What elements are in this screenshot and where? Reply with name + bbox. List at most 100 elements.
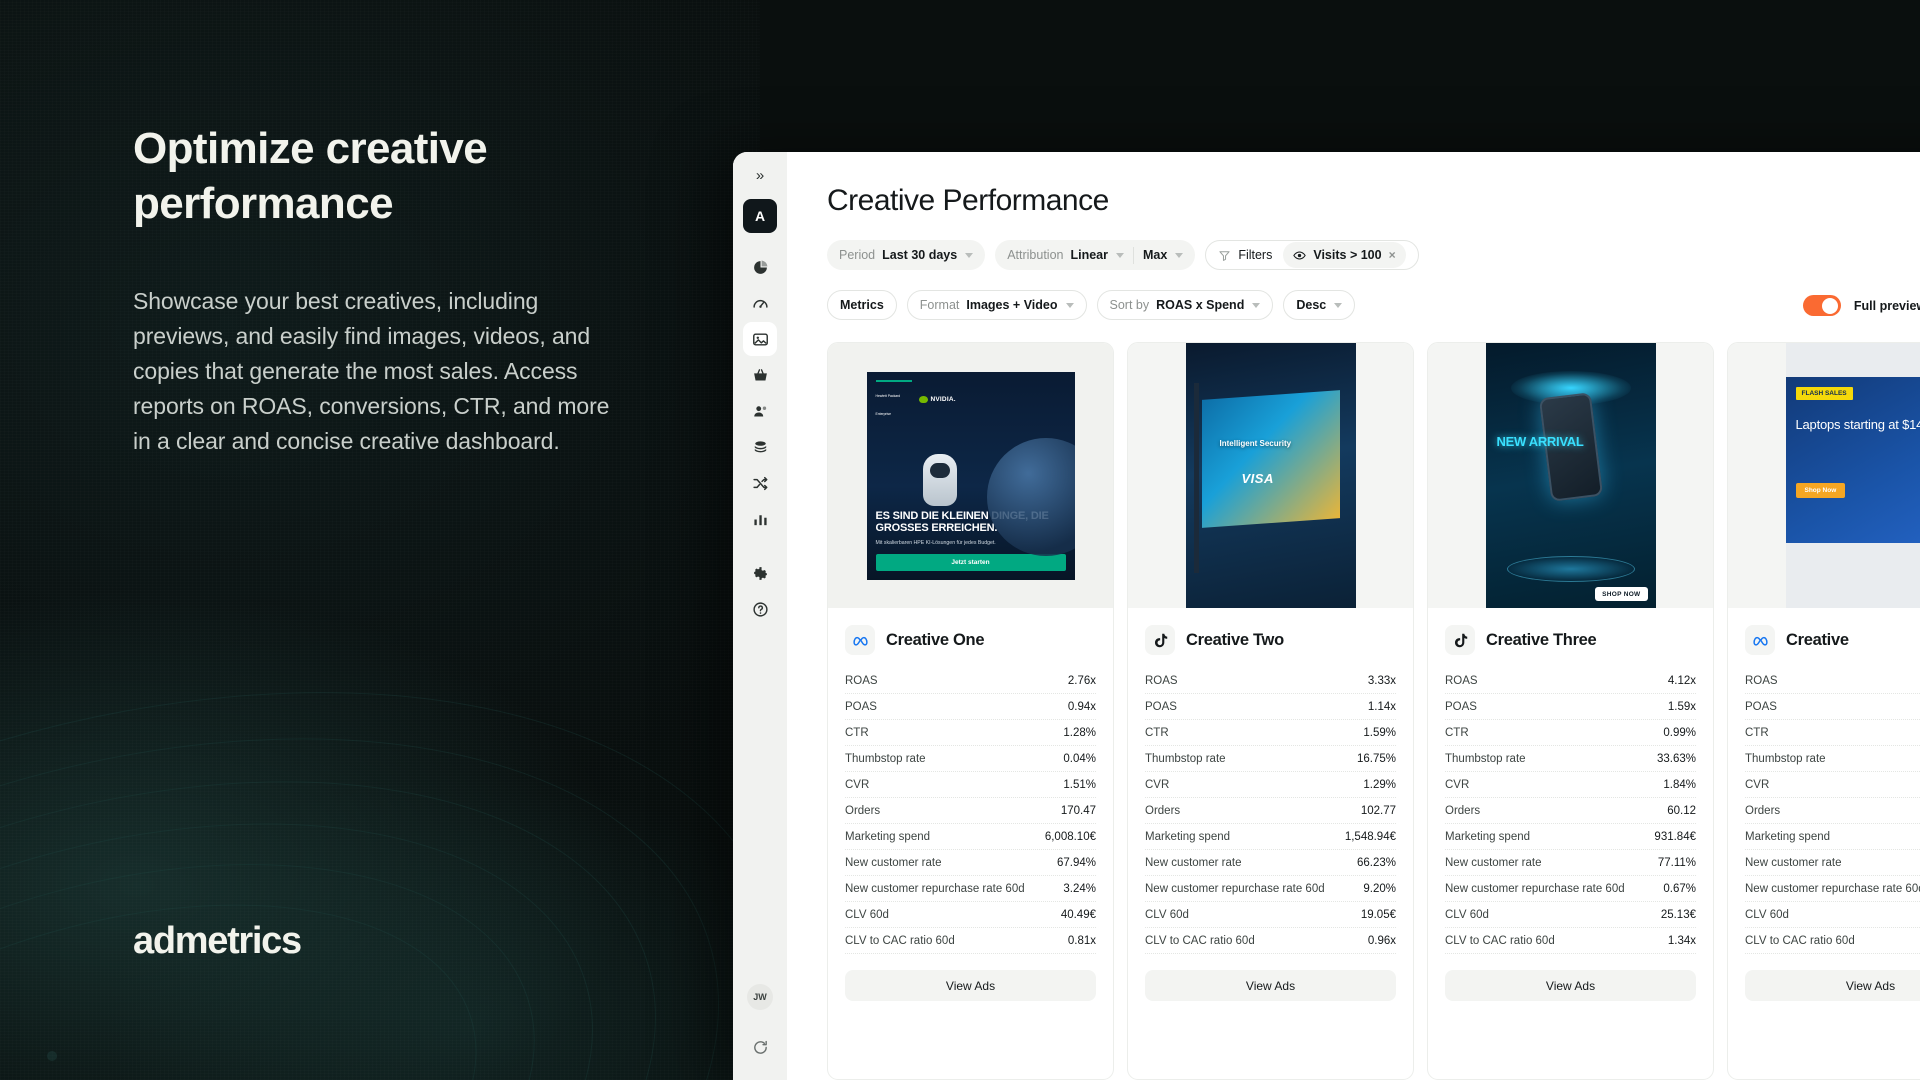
metric-value: 3.24% bbox=[1063, 882, 1096, 895]
metric-value: 170.47 bbox=[1060, 804, 1096, 817]
metric-value: 2.76x bbox=[1067, 674, 1096, 687]
ad-cta-button[interactable]: SHOP NOW bbox=[1595, 587, 1648, 601]
full-preview-label: Full preview bbox=[1853, 298, 1920, 313]
ad-badge: FLASH SALES bbox=[1795, 387, 1853, 401]
metric-label: CLV 60d bbox=[1745, 908, 1789, 921]
metric-value: 1.34x bbox=[1667, 934, 1696, 947]
chevron-down-icon bbox=[1334, 302, 1343, 308]
ad-headline: NEW ARRIVAL bbox=[1496, 434, 1584, 449]
secondary-toolbar: Metrics Format Images + Video Sort by RO… bbox=[787, 270, 1920, 320]
active-filter-text: Visits > 100 bbox=[1313, 248, 1382, 262]
sidebar-item-reports[interactable] bbox=[743, 502, 777, 536]
view-ads-button[interactable]: View Ads bbox=[1145, 970, 1396, 1001]
attribution-filter-chip[interactable]: Attribution Linear Max bbox=[995, 240, 1196, 270]
sidebar-item-customers[interactable] bbox=[743, 394, 777, 428]
metric-row: CLV to CAC ratio 60d 0.81x bbox=[845, 928, 1096, 954]
tiktok-icon bbox=[1154, 633, 1167, 647]
sidebar-expand-icon[interactable]: » bbox=[747, 164, 773, 186]
ad-overlay-text: Intelligent Security bbox=[1219, 439, 1292, 448]
metric-row: CLV 60d 25.13€ bbox=[1445, 902, 1696, 928]
creative-thumbnail[interactable]: NEW ARRIVAL SHOP NOW bbox=[1428, 343, 1713, 608]
sidebar-item-revenue[interactable] bbox=[743, 430, 777, 464]
metric-value: 931.84€ bbox=[1654, 830, 1696, 843]
creative-thumbnail[interactable]: Hewlett Packard Enterprise NVIDIA. ES SI… bbox=[828, 343, 1113, 608]
sort-filter-chip[interactable]: Sort by ROAS x Spend bbox=[1096, 290, 1274, 320]
ad-cta-button[interactable]: Jetzt starten bbox=[875, 553, 1066, 571]
nvidia-text: NVIDIA. bbox=[930, 396, 956, 404]
remove-filter-icon[interactable]: × bbox=[1389, 249, 1396, 261]
creative-thumbnail[interactable]: Follo FLASH SALES Laptops starting at $1… bbox=[1728, 343, 1920, 608]
card-header: Creative Three bbox=[1428, 608, 1713, 668]
metric-value: 1.28% bbox=[1063, 726, 1096, 739]
full-preview-toggle[interactable] bbox=[1802, 295, 1841, 316]
card-footer: View Ads bbox=[1428, 954, 1713, 1001]
speedometer-icon bbox=[752, 299, 768, 308]
metric-row: Orders 102.77 bbox=[1145, 798, 1396, 824]
sidebar-item-overview[interactable] bbox=[743, 250, 777, 284]
metric-row: CVR 1.51% bbox=[845, 772, 1096, 798]
card-header: Creative One bbox=[828, 608, 1113, 668]
creative-card[interactable]: Intelligent Security VISA Creative Two R… bbox=[1127, 342, 1414, 1080]
app-logo-badge[interactable]: A bbox=[743, 199, 777, 233]
creative-thumbnail[interactable]: Intelligent Security VISA bbox=[1128, 343, 1413, 608]
hero-body-text: Showcase your best creatives, including … bbox=[133, 288, 610, 454]
creative-card[interactable]: Hewlett Packard Enterprise NVIDIA. ES SI… bbox=[827, 342, 1114, 1080]
metric-label: Thumbstop rate bbox=[845, 752, 926, 765]
metrics-table: ROAS POAS CTR Thumbstop rate CVR Orders … bbox=[1728, 668, 1920, 954]
attribution-value: Linear bbox=[1070, 248, 1108, 262]
metric-label: CTR bbox=[845, 726, 869, 739]
filters-chip[interactable]: Filters Visits > 100 × bbox=[1205, 240, 1419, 270]
metric-value: 1.29% bbox=[1363, 778, 1396, 791]
metric-label: CLV to CAC ratio 60d bbox=[1745, 934, 1855, 947]
period-filter-chip[interactable]: Period Last 30 days bbox=[827, 240, 986, 270]
metric-row: CTR 1.28% bbox=[845, 720, 1096, 746]
creative-card[interactable]: NEW ARRIVAL SHOP NOW Creative Three ROAS… bbox=[1427, 342, 1714, 1080]
metric-row: CLV to CAC ratio 60d bbox=[1745, 928, 1920, 954]
sidebar-item-performance[interactable] bbox=[743, 286, 777, 320]
view-ads-button[interactable]: View Ads bbox=[1445, 970, 1696, 1001]
attribution-max-value: Max bbox=[1142, 248, 1168, 262]
shuffle-icon bbox=[752, 476, 767, 490]
dashboard-main: Creative Performance Period Last 30 days… bbox=[787, 152, 1920, 1080]
metric-row: CVR 1.84% bbox=[1445, 772, 1696, 798]
sidebar-item-attribution[interactable] bbox=[743, 466, 777, 500]
sidebar-item-products[interactable] bbox=[743, 358, 777, 392]
card-title: Creative Two bbox=[1186, 630, 1284, 649]
ad-cta-button[interactable]: Shop Now bbox=[1795, 483, 1846, 498]
card-footer: View Ads bbox=[1728, 954, 1920, 1001]
metric-label: CLV to CAC ratio 60d bbox=[1145, 934, 1255, 947]
metric-label: Marketing spend bbox=[1145, 830, 1231, 843]
metric-label: CLV 60d bbox=[845, 908, 889, 921]
hero-heading: Optimize creative performance bbox=[133, 124, 488, 228]
metric-row: New customer repurchase rate 60d 9.20% bbox=[1145, 876, 1396, 902]
admetrics-logo: admetrics bbox=[133, 920, 302, 962]
metric-value: 0.04% bbox=[1063, 752, 1096, 765]
view-ads-button[interactable]: View Ads bbox=[845, 970, 1096, 1001]
refresh-icon bbox=[753, 1040, 767, 1054]
metric-label: Thumbstop rate bbox=[1145, 752, 1226, 765]
format-filter-chip[interactable]: Format Images + Video bbox=[906, 290, 1087, 320]
filter-chip-row: Period Last 30 days Attribution Linear M… bbox=[787, 218, 1920, 270]
metric-label: New customer repurchase rate 60d bbox=[845, 882, 1025, 895]
metric-row: ROAS 2.76x bbox=[845, 668, 1096, 694]
metric-row: Marketing spend 1,548.94€ bbox=[1145, 824, 1396, 850]
sort-direction-chip[interactable]: Desc bbox=[1283, 290, 1356, 320]
metric-row: New customer repurchase rate 60d bbox=[1745, 876, 1920, 902]
creative-card[interactable]: Follo FLASH SALES Laptops starting at $1… bbox=[1727, 342, 1920, 1080]
attribution-label: Attribution bbox=[1007, 248, 1064, 262]
metric-label: Orders bbox=[1745, 804, 1781, 817]
view-ads-button[interactable]: View Ads bbox=[1745, 970, 1920, 1001]
metric-row: CLV to CAC ratio 60d 0.96x bbox=[1145, 928, 1396, 954]
sidebar-item-help[interactable] bbox=[743, 592, 777, 626]
metric-value: 60.12 bbox=[1667, 804, 1696, 817]
sidebar-item-settings[interactable] bbox=[743, 556, 777, 590]
avatar[interactable]: JW bbox=[747, 984, 773, 1010]
metric-row: New customer repurchase rate 60d 0.67% bbox=[1445, 876, 1696, 902]
active-filter-pill[interactable]: Visits > 100 × bbox=[1283, 242, 1406, 268]
sidebar-item-creatives[interactable] bbox=[743, 322, 777, 356]
chevron-down-icon bbox=[1175, 252, 1184, 258]
hero-panel: Optimize creative performance Showcase y… bbox=[0, 0, 760, 1080]
metrics-button[interactable]: Metrics bbox=[827, 290, 897, 320]
metric-value: 0.94x bbox=[1067, 700, 1096, 713]
sidebar-refresh-button[interactable] bbox=[743, 1030, 777, 1064]
